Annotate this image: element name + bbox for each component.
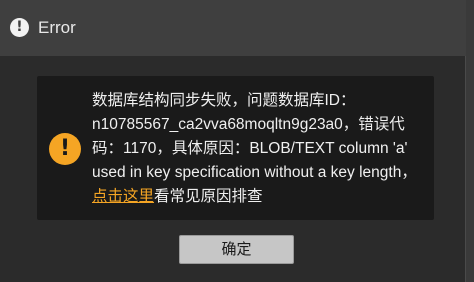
error-message-suffix: 看常见原因排查 [154,188,263,205]
error-message-text: 数据库结构同步失败，问题数据库ID：n10785567_ca2vva68moql… [92,92,417,181]
error-dialog: ! Error ! 数据库结构同步失败，问题数据库ID：n10785567_ca… [0,0,466,282]
dialog-title: Error [38,18,76,37]
dialog-titlebar: ! Error [0,0,466,56]
warning-circle-icon: ! [49,133,81,165]
help-link[interactable]: 点击这里 [92,188,154,205]
error-message: 数据库结构同步失败，问题数据库ID：n10785567_ca2vva68moql… [92,89,427,209]
exclamation-circle-icon: ! [10,18,29,37]
message-box: ! 数据库结构同步失败，问题数据库ID：n10785567_ca2vva68mo… [37,76,434,220]
ok-button[interactable]: 确定 [179,235,294,264]
